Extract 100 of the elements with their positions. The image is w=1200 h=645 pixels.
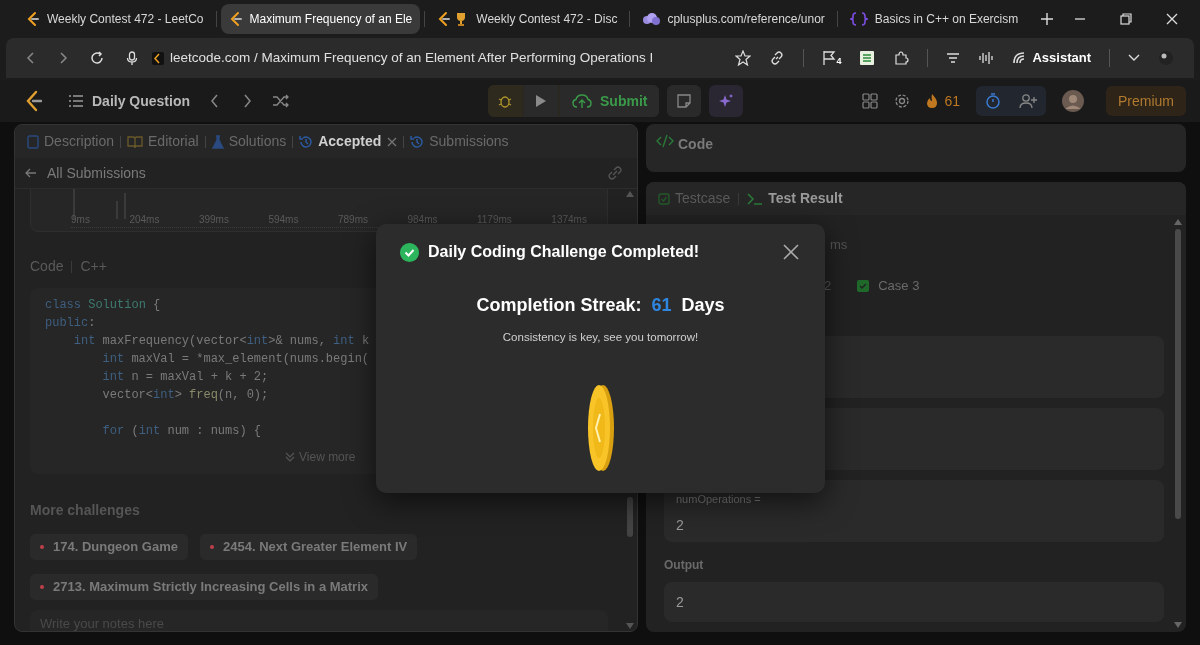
dialog-title: Daily Coding Challenge Completed! (428, 242, 700, 262)
scrollbar-thumb[interactable] (1175, 229, 1181, 519)
input-label: numOperations = (676, 494, 762, 505)
output-value: 2 (676, 592, 684, 612)
panel-tab[interactable]: Accepted (299, 131, 382, 152)
braces-icon (849, 11, 868, 27)
code-line: int n = maxVal + k + 2; (101, 369, 269, 386)
leetcode-logo-icon[interactable] (24, 90, 44, 112)
star-icon[interactable] (735, 50, 752, 66)
arrow-left-icon (25, 168, 37, 178)
streak-counter[interactable]: 61 (926, 90, 960, 112)
restore-icon[interactable] (1120, 13, 1132, 25)
site-logo-icon (152, 51, 164, 65)
forward-icon[interactable] (58, 52, 68, 64)
checkbox-icon (658, 192, 670, 205)
chevron-down-icon[interactable] (1128, 54, 1140, 62)
timer-button[interactable] (976, 86, 1046, 116)
menu-icon[interactable] (946, 52, 961, 64)
code-label: Code (30, 257, 64, 276)
scroll-down-icon[interactable] (1174, 622, 1182, 628)
input-value: 2 (676, 516, 685, 535)
browser-tab[interactable]: Weekly Contest 472 - LeetCo (18, 4, 212, 34)
bug-icon (497, 93, 513, 109)
reload-icon[interactable] (90, 51, 104, 65)
history-icon (410, 134, 425, 149)
code-line: int maxVal = *max_element(nums.begin( (101, 351, 370, 368)
browser-tab[interactable]: cplusplus.com/reference/unor (634, 4, 833, 34)
scrollbar-thumb[interactable] (627, 497, 633, 537)
language-label: C++ (80, 257, 107, 276)
flask-icon (211, 134, 224, 149)
code-line: vector<int> freq(n, 0); (101, 387, 269, 404)
run-button[interactable] (524, 85, 558, 117)
layout-grid-icon[interactable] (862, 93, 879, 109)
panel-tab[interactable]: Submissions (410, 131, 509, 152)
link-icon[interactable] (769, 50, 786, 66)
leetcode-logo-icon (26, 11, 40, 27)
challenge-chip[interactable]: 174. Dungeon Game (30, 534, 188, 560)
flame-icon (926, 93, 939, 109)
add-user-icon (1019, 93, 1037, 109)
avatar-icon[interactable] (1062, 90, 1084, 112)
streak-label: Completion Streak: (476, 294, 642, 317)
dialog-message: Consistency is key, see you tomorrow! (502, 330, 699, 345)
note-icon (676, 93, 693, 109)
shuffle-icon[interactable] (272, 94, 291, 108)
assistant-button[interactable]: Assistant (1012, 48, 1091, 68)
next-icon[interactable] (242, 94, 253, 108)
back-link[interactable]: All Submissions (25, 162, 146, 184)
puzzle-icon[interactable] (893, 50, 910, 66)
browser-tab[interactable]: Weekly Contest 472 - Disc (429, 4, 626, 34)
browser-tab[interactable]: Maximum Frequency of an Ele (220, 4, 421, 34)
panel-tab[interactable]: Editorial (127, 131, 199, 152)
cloud-icon (642, 12, 661, 26)
code-line: int maxFrequency(vector<int>& nums, int k (72, 333, 370, 350)
daily-question-link[interactable]: Daily Question (68, 90, 191, 112)
note-button[interactable] (667, 85, 702, 117)
book-icon (127, 134, 144, 149)
challenge-chip[interactable]: 2713. Maximum Strictly Increasing Cells in a Matrix (30, 574, 378, 600)
code-line: for (int num : nums) { (101, 423, 262, 440)
new-tab-icon[interactable] (1040, 12, 1055, 26)
scroll-up-icon[interactable] (1174, 219, 1182, 225)
spreadsheet-icon[interactable] (859, 50, 876, 66)
panel-tab[interactable]: Test Result (747, 188, 843, 209)
submit-button[interactable]: Submit (560, 85, 660, 117)
document-icon (27, 134, 39, 149)
panel-tab[interactable]: Description (27, 131, 115, 152)
check-circle-icon (400, 242, 419, 262)
profile-orb-icon[interactable] (1158, 50, 1174, 66)
close-icon[interactable] (783, 244, 799, 260)
waveform-icon[interactable] (978, 51, 995, 65)
history-icon (299, 134, 314, 149)
settings-icon[interactable] (894, 93, 911, 109)
url-text[interactable]: leetcode.com / Maximum Frequency of an Element After Performing Operations I (170, 47, 654, 69)
output-label: Output (664, 557, 705, 574)
streak-unit: Days (681, 294, 725, 317)
sparkle-icon (718, 93, 735, 109)
close-tab-icon[interactable] (387, 136, 398, 147)
leetcode-logo-icon (228, 11, 243, 27)
back-icon[interactable] (26, 52, 36, 64)
panel-title: Code (678, 135, 713, 154)
assistant-icon (1012, 51, 1027, 65)
double-chevron-icon (285, 452, 295, 462)
previous-icon[interactable] (210, 94, 221, 108)
code-line: public: (45, 315, 96, 332)
panel-tab[interactable]: Solutions (211, 131, 287, 152)
flag-count: 4 (836, 57, 842, 66)
code-line: class Solution { (45, 297, 161, 314)
list-icon (68, 94, 84, 108)
browser-tab[interactable]: Basics in C++ on Exercism (841, 4, 1027, 34)
ai-button[interactable] (709, 85, 744, 117)
terminal-icon (747, 192, 764, 205)
microphone-icon[interactable] (126, 50, 138, 66)
case-tab[interactable]: Case 3 (857, 276, 920, 296)
flag-icon[interactable] (822, 50, 837, 66)
stopwatch-icon (985, 93, 1001, 109)
debug-button[interactable] (488, 85, 522, 117)
cloud-upload-icon (572, 93, 592, 109)
premium-button[interactable]: Premium (1106, 86, 1186, 116)
challenge-chip[interactable]: 2454. Next Greater Element IV (200, 534, 418, 560)
code-icon (656, 134, 674, 148)
streak-count: 61 (651, 294, 672, 317)
